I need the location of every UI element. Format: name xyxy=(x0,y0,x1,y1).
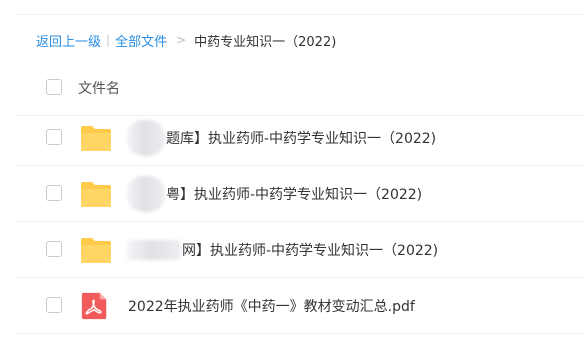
redacted-text xyxy=(127,175,165,212)
folder-icon xyxy=(81,181,111,207)
table-row[interactable]: 网】执业药师-中药学专业知识一（2022) xyxy=(16,222,584,278)
row-checkbox[interactable] xyxy=(46,296,62,313)
select-all-checkbox[interactable] xyxy=(46,78,62,95)
table-row[interactable]: 题库】执业药师-中药学专业知识一（2022) xyxy=(16,110,584,166)
row-checkbox[interactable] xyxy=(46,184,62,201)
breadcrumb: 返回上一级 | 全部文件 > 中药专业知识一（2022) xyxy=(36,31,337,50)
top-divider xyxy=(16,14,584,15)
file-name[interactable]: 2022年执业药师《中药一》教材变动汇总.pdf xyxy=(128,296,415,316)
current-folder-title: 中药专业知识一（2022) xyxy=(194,34,337,50)
back-link[interactable]: 返回上一级 xyxy=(36,31,101,50)
row-checkbox[interactable] xyxy=(46,128,62,145)
redacted-text xyxy=(127,119,165,156)
table-row[interactable]: 粤】执业药师-中药学专业知识一（2022) xyxy=(16,166,584,222)
pdf-icon xyxy=(81,292,107,319)
table-header: 文件名 xyxy=(16,60,584,116)
chevron-right-icon: > xyxy=(176,33,187,47)
file-name[interactable]: 题库】执业药师-中药学专业知识一（2022) xyxy=(127,119,436,156)
table-row[interactable]: 2022年执业药师《中药一》教材变动汇总.pdf xyxy=(16,278,584,334)
redacted-text xyxy=(127,239,181,260)
row-checkbox[interactable] xyxy=(46,240,62,257)
all-files-link[interactable]: 全部文件 xyxy=(115,31,167,50)
column-header-filename: 文件名 xyxy=(78,80,120,97)
file-name[interactable]: 粤】执业药师-中药学专业知识一（2022) xyxy=(127,175,422,212)
folder-icon xyxy=(81,237,111,263)
breadcrumb-separator: | xyxy=(106,33,111,47)
file-name[interactable]: 网】执业药师-中药学专业知识一（2022) xyxy=(127,239,438,260)
folder-icon xyxy=(81,125,111,151)
